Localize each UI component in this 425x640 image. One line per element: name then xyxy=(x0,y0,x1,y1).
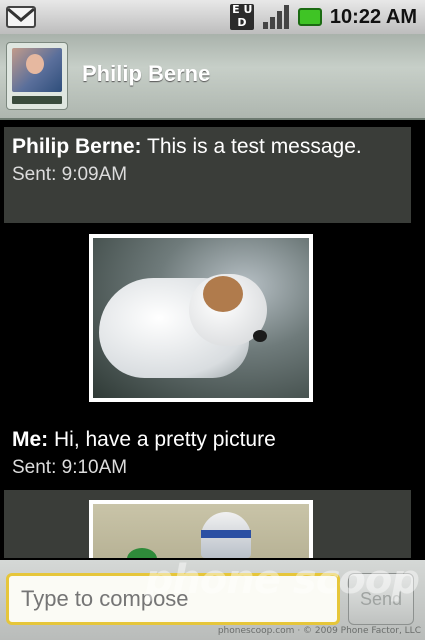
contact-name: Philip Berne xyxy=(82,61,211,86)
message-body: This is a test message. xyxy=(141,135,362,158)
status-time: 10:22 AM xyxy=(329,5,417,28)
watermark-copyright: phonescoop.com · © 2009 Phone Factor, LL… xyxy=(217,626,421,636)
avatar-frame-base xyxy=(12,96,62,104)
phonescoop-watermark-logo: phone scoop xyxy=(144,557,420,603)
message-sender: Philip Berne: xyxy=(12,135,142,158)
compose-bar: Send phone scoop phonescoop.com · © 2009… xyxy=(0,560,425,640)
robot-band-shape xyxy=(201,530,251,538)
attachment-image-dog[interactable] xyxy=(89,234,313,402)
message-outgoing[interactable]: Me: Hi, have a pretty picture Sent: 9:10… xyxy=(4,420,411,492)
contact-avatar[interactable] xyxy=(6,42,68,110)
message-timestamp: Sent: 9:09AM xyxy=(12,164,128,185)
attachment-image-robot[interactable] xyxy=(89,500,313,558)
battery-icon xyxy=(297,8,322,26)
status-icons: E U D 10:22 AM xyxy=(229,0,417,34)
contact-photo xyxy=(12,48,62,92)
dog-nose xyxy=(253,330,267,342)
gmail-icon xyxy=(6,6,36,28)
message-timestamp: Sent: 9:10AM xyxy=(12,457,128,478)
message-text: Philip Berne: This is a test message. xyxy=(12,133,403,161)
message-incoming[interactable]: Philip Berne: This is a test message. Se… xyxy=(4,127,411,223)
status-bar: E U D 10:22 AM xyxy=(0,0,425,34)
dog-photo xyxy=(93,238,309,398)
network-type-icon: E U D xyxy=(229,4,254,30)
conversation-header: Philip Berne xyxy=(0,34,425,120)
message-sender: Me: xyxy=(12,428,49,451)
signal-bars-icon xyxy=(262,5,289,29)
network-badge-d: D xyxy=(237,16,247,29)
message-list[interactable]: Philip Berne: This is a test message. Se… xyxy=(0,120,425,558)
message-text: Me: Hi, have a pretty picture xyxy=(12,426,403,454)
message-body: Hi, have a pretty picture xyxy=(48,428,276,451)
robot-toy-photo xyxy=(93,504,309,558)
dog-ear-patch xyxy=(203,276,243,312)
